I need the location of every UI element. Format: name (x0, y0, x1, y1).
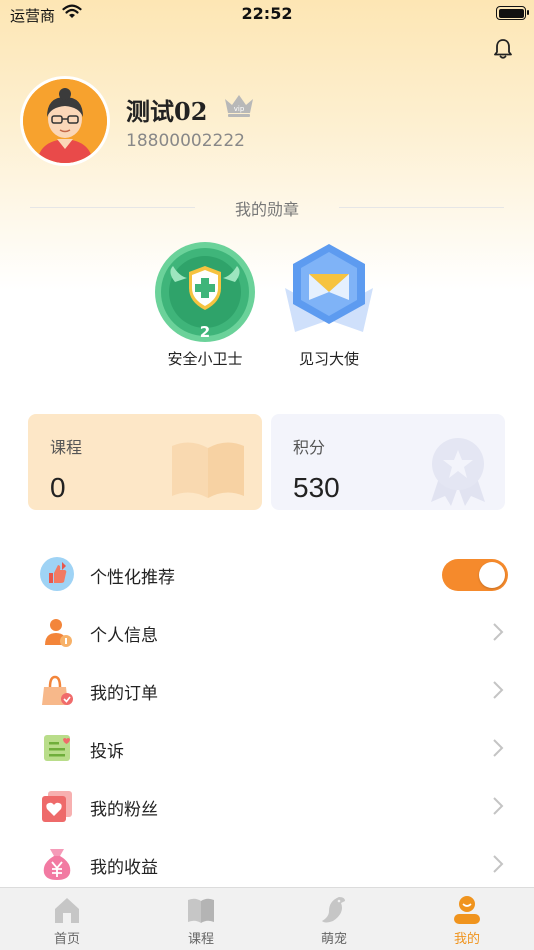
avatar[interactable] (20, 76, 110, 166)
medal-trainee-ambassador[interactable]: 见习大使 (274, 242, 384, 369)
bird-icon (319, 895, 349, 925)
menu-item-profile[interactable]: 个人信息 (0, 603, 534, 661)
menu-item-orders[interactable]: 我的订单 (0, 661, 534, 719)
medals-header: 我的勋章 (30, 196, 504, 219)
notification-bell-icon[interactable] (492, 38, 514, 64)
vip-crown-icon: vip (222, 91, 256, 123)
medal-level: 2 (200, 323, 210, 341)
clock: 22:52 (241, 4, 293, 23)
safety-guard-medal-icon: 2 (155, 242, 255, 342)
menu-label: 投诉 (90, 742, 124, 762)
tab-pets[interactable]: 萌宠 (267, 888, 401, 950)
tab-label: 首页 (53, 932, 80, 947)
menu-label: 我的粉丝 (90, 800, 158, 820)
tab-label: 课程 (187, 932, 214, 947)
complaint-note-icon (40, 731, 74, 765)
chevron-right-icon (492, 622, 504, 646)
vip-label: vip (234, 105, 245, 113)
menu-item-complaint[interactable]: 投诉 (0, 719, 534, 777)
tab-mine[interactable]: 我的 (400, 888, 534, 950)
tab-label: 萌宠 (320, 932, 347, 947)
medal-label: 见习大使 (298, 350, 359, 368)
tab-label: 我的 (453, 932, 480, 947)
course-count: 0 (50, 472, 66, 503)
course-card[interactable]: 课程 0 (28, 414, 262, 510)
menu-label: 我的订单 (90, 684, 158, 704)
tab-courses[interactable]: 课程 (134, 888, 268, 950)
tab-home[interactable]: 首页 (0, 888, 134, 950)
thumbs-up-icon (40, 557, 74, 591)
award-ribbon-icon (431, 438, 485, 506)
username: 测试02 (126, 97, 208, 126)
menu-item-fans[interactable]: 我的粉丝 (0, 777, 534, 835)
tab-bar: 首页 课程 萌宠 我的 (0, 887, 534, 950)
user-info-icon (40, 615, 74, 649)
points-card[interactable]: 积分 530 (271, 414, 505, 510)
medal-label: 安全小卫士 (167, 350, 243, 368)
book-icon (186, 895, 216, 925)
shopping-bag-icon (40, 673, 74, 707)
personalized-toggle[interactable] (442, 559, 508, 591)
chevron-right-icon (492, 680, 504, 704)
points-label: 积分 (293, 438, 326, 457)
course-label: 课程 (50, 438, 83, 457)
home-icon (52, 895, 82, 925)
medal-safety-guard[interactable]: 2 安全小卫士 (150, 242, 260, 369)
battery-icon (496, 6, 529, 20)
user-profile-icon (452, 895, 482, 925)
ambassador-medal-icon (285, 244, 373, 332)
book-icon (172, 442, 244, 498)
status-bar: 运营商 22:52 (0, 0, 534, 28)
medals-title: 我的勋章 (234, 200, 299, 219)
menu-item-earnings[interactable]: 我的收益 (0, 835, 534, 893)
chevron-right-icon (492, 796, 504, 820)
menu-label: 个人信息 (90, 626, 158, 646)
heart-card-icon (40, 789, 74, 823)
phone-number: 18800002222 (126, 131, 245, 151)
menu-label: 我的收益 (90, 858, 158, 878)
personalized-label: 个性化推荐 (90, 568, 175, 588)
money-bag-icon (40, 847, 74, 881)
chevron-right-icon (492, 854, 504, 878)
menu-item-personalized: 个性化推荐 (0, 545, 534, 603)
points-count: 530 (293, 472, 340, 503)
chevron-right-icon (492, 738, 504, 762)
